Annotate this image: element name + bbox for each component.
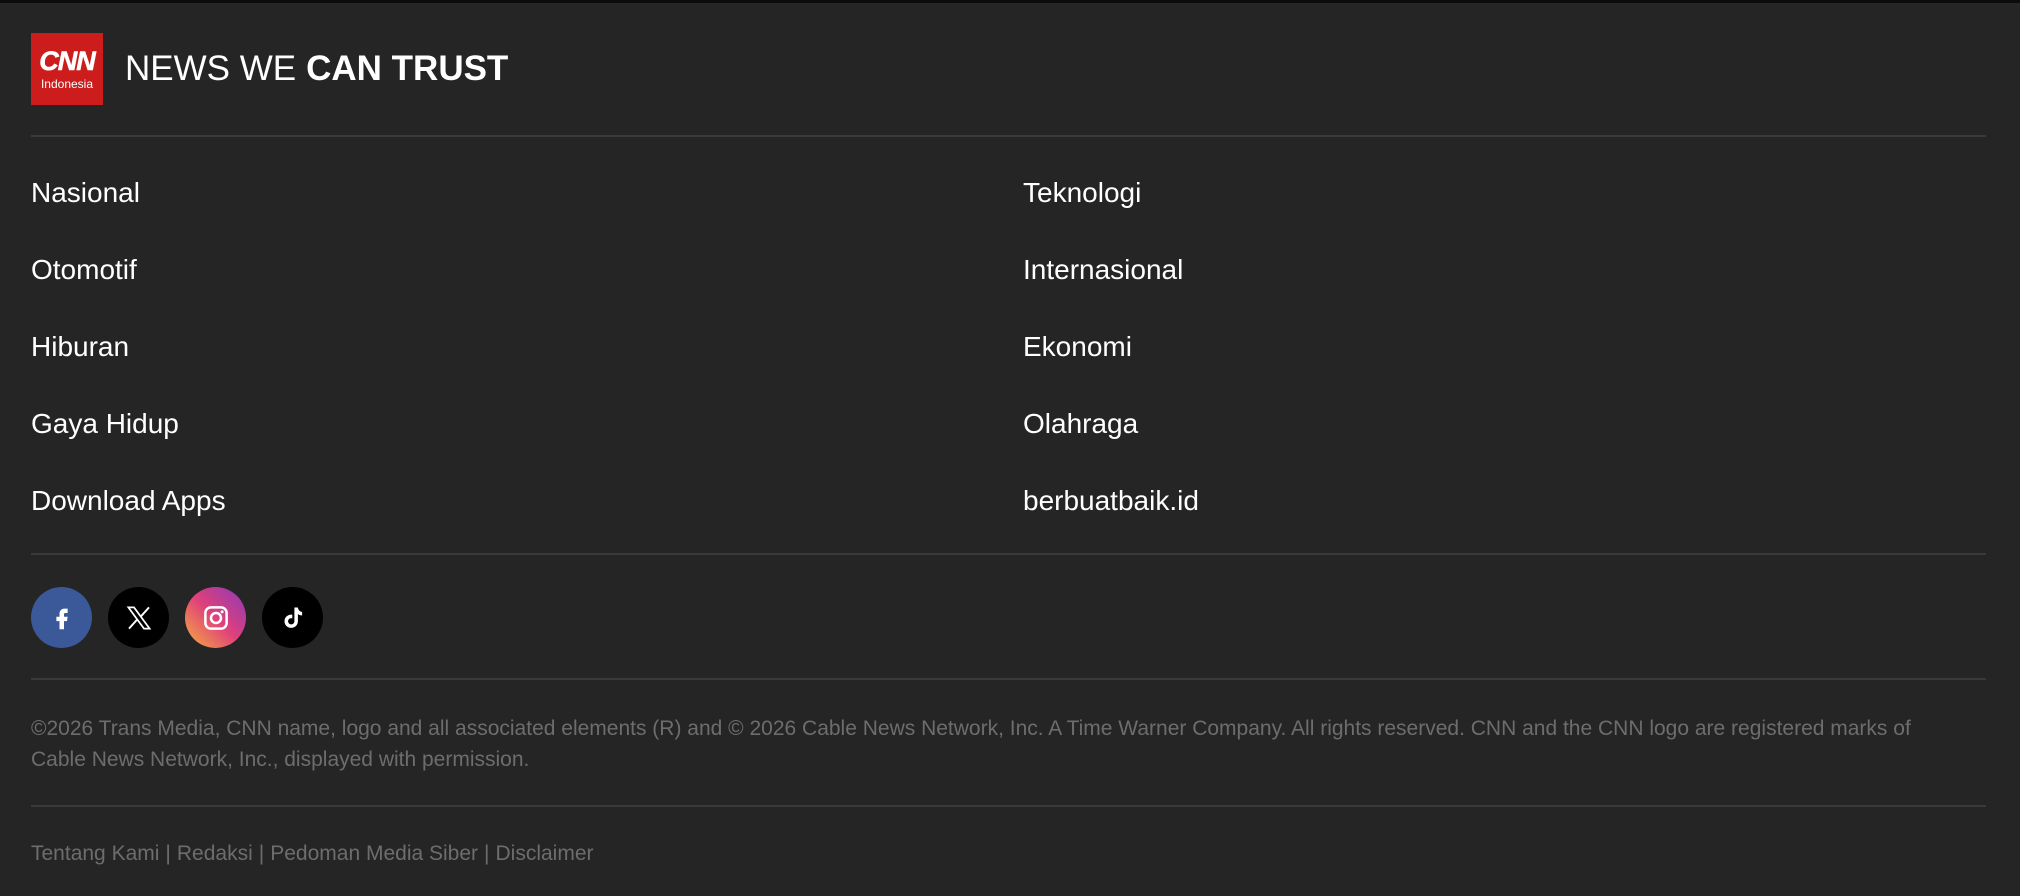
facebook-button[interactable] xyxy=(31,587,92,648)
nav-link-otomotif[interactable]: Otomotif xyxy=(31,253,137,287)
x-button[interactable] xyxy=(108,587,169,648)
copyright-text: ©2026 Trans Media, CNN name, logo and al… xyxy=(31,717,1911,771)
nav-link-ekonomi[interactable]: Ekonomi xyxy=(1023,330,1132,364)
link-tentang-kami[interactable]: Tentang Kami xyxy=(31,842,159,865)
link-redaksi[interactable]: Redaksi xyxy=(177,842,253,865)
cnn-logo-subtext: Indonesia xyxy=(40,77,94,91)
nav-link-olahraga[interactable]: Olahraga xyxy=(1023,407,1138,441)
nav-link-hiburan[interactable]: Hiburan xyxy=(31,330,129,364)
nav-link-nasional[interactable]: Nasional xyxy=(31,176,140,210)
divider xyxy=(31,135,1986,137)
nav-link-internasional[interactable]: Internasional xyxy=(1023,253,1183,287)
nav-link-download-apps[interactable]: Download Apps xyxy=(31,484,226,518)
instagram-button[interactable] xyxy=(185,587,246,648)
tagline: NEWS WE CAN TRUST xyxy=(125,49,508,89)
cnn-logo-text: CNN xyxy=(39,46,96,76)
link-separator: | xyxy=(165,842,171,865)
nav-link-berbuatbaik[interactable]: berbuatbaik.id xyxy=(1023,484,1199,518)
divider xyxy=(31,553,1986,555)
instagram-icon xyxy=(203,605,228,630)
link-separator: | xyxy=(258,842,265,865)
divider xyxy=(31,805,1986,807)
social-links xyxy=(31,587,323,648)
cnn-indonesia-logo[interactable]: CNN Indonesia xyxy=(31,33,103,105)
tagline-bold: CAN TRUST xyxy=(306,49,509,88)
link-disclaimer[interactable]: Disclaimer xyxy=(496,842,594,865)
tiktok-button[interactable] xyxy=(262,587,323,648)
tagline-light: NEWS WE xyxy=(125,49,297,88)
facebook-icon xyxy=(55,608,68,629)
link-separator: | xyxy=(484,842,490,865)
x-icon xyxy=(126,606,151,629)
bottom-links: Tentang Kami | Redaksi | Pedoman Media Siber… xyxy=(31,839,594,869)
nav-link-gaya-hidup[interactable]: Gaya Hidup xyxy=(31,407,179,441)
footer-logo[interactable]: CNN Indonesia NEWS WE CAN TRUST xyxy=(31,33,508,105)
site-footer: CNN Indonesia NEWS WE CAN TRUST Nasional… xyxy=(31,3,1986,896)
divider xyxy=(31,678,1986,680)
link-pedoman-media-siber[interactable]: Pedoman Media Siber xyxy=(270,842,478,865)
tiktok-icon xyxy=(283,607,302,628)
nav-link-teknologi[interactable]: Teknologi xyxy=(1023,176,1141,210)
